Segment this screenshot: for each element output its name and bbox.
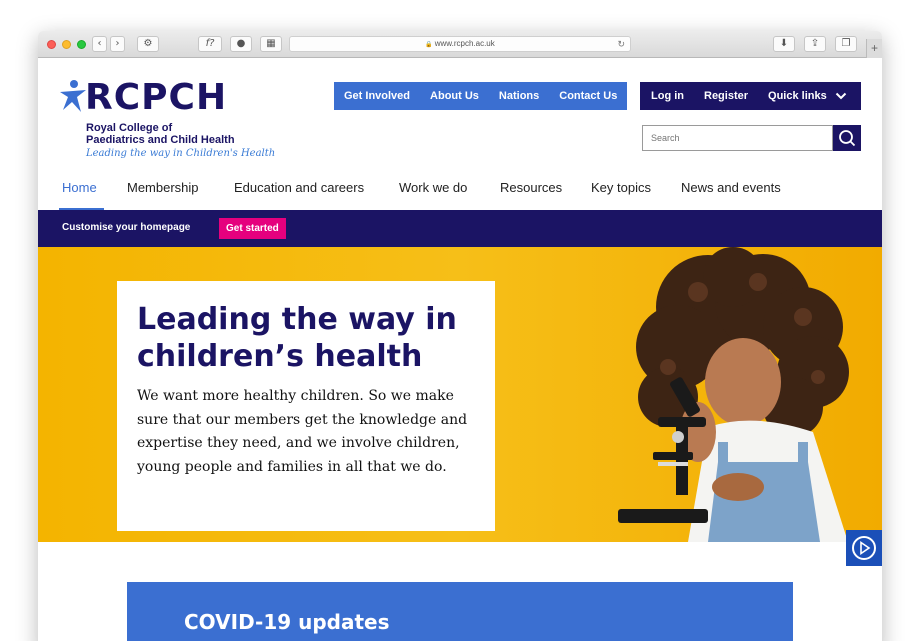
hero-body: We want more healthy children. So we mak… bbox=[137, 388, 468, 475]
nav-nations[interactable]: Nations bbox=[489, 90, 549, 102]
tab-education-and-careers[interactable]: Education and careers bbox=[234, 176, 364, 210]
back-button[interactable]: ‹ bbox=[92, 36, 107, 52]
top-navigation: Get Involved About Us Nations Contact Us bbox=[334, 82, 628, 110]
hero-card: Leading the way in children’s health We … bbox=[117, 281, 495, 531]
nav-get-involved[interactable]: Get Involved bbox=[334, 90, 420, 102]
tab-work-we-do[interactable]: Work we do bbox=[399, 176, 467, 210]
get-started-button[interactable]: Get started bbox=[219, 218, 286, 239]
url-text: www.rcpch.ac.uk bbox=[434, 39, 495, 48]
browser-window: ‹ › ⚙ f? ● ▦ 🔒 www.rcpch.ac.uk ↻ ⬇ ⇪ ❐ + … bbox=[38, 31, 882, 641]
customise-label: Customise your homepage bbox=[62, 222, 191, 233]
search-icon bbox=[839, 130, 856, 147]
tabs-icon[interactable]: ❐ bbox=[835, 36, 857, 52]
extension-icon[interactable]: ● bbox=[230, 36, 252, 52]
browser-toolbar: ‹ › ⚙ f? ● ▦ 🔒 www.rcpch.ac.uk ↻ ⬇ ⇪ ❐ + bbox=[38, 31, 882, 58]
qr-extension-icon[interactable]: ▦ bbox=[260, 36, 282, 52]
user-navigation: Log in Register Quick links bbox=[640, 82, 861, 110]
play-circle-icon bbox=[852, 536, 876, 560]
covid-title: COVID-19 updates bbox=[184, 610, 390, 634]
lock-icon: 🔒 bbox=[425, 42, 433, 48]
minimize-window-button[interactable] bbox=[62, 40, 71, 49]
tab-news-and-events[interactable]: News and events bbox=[681, 176, 781, 210]
customise-bar: Customise your homepage Get started bbox=[38, 210, 882, 247]
download-icon[interactable]: ⬇ bbox=[773, 36, 795, 52]
address-bar[interactable]: 🔒 www.rcpch.ac.uk ↻ bbox=[289, 36, 631, 52]
new-tab-button[interactable]: + bbox=[866, 39, 882, 58]
logo-tagline: Leading the way in Children's Health bbox=[86, 148, 276, 159]
star-figure-icon bbox=[60, 80, 86, 112]
quick-links-menu[interactable]: Quick links bbox=[748, 90, 847, 102]
zoom-window-button[interactable] bbox=[77, 40, 86, 49]
tab-resources[interactable]: Resources bbox=[500, 176, 562, 210]
logo-wordmark: RCPCH bbox=[85, 77, 228, 118]
logo-line-2: Paediatrics and Child Health bbox=[86, 134, 235, 146]
tab-key-topics[interactable]: Key topics bbox=[591, 176, 651, 210]
register-link[interactable]: Register bbox=[684, 90, 748, 102]
play-button[interactable] bbox=[846, 530, 882, 566]
hero-title: Leading the way in children’s health bbox=[137, 302, 457, 374]
close-window-button[interactable] bbox=[47, 40, 56, 49]
web-page: RCPCH Royal College of Paediatrics and C… bbox=[38, 58, 882, 641]
nav-contact-us[interactable]: Contact Us bbox=[549, 90, 627, 102]
hero-banner: Leading the way in children’s health We … bbox=[38, 247, 882, 542]
login-link[interactable]: Log in bbox=[640, 90, 684, 102]
search-input[interactable] bbox=[642, 125, 833, 151]
tab-home[interactable]: Home bbox=[62, 176, 97, 210]
formula-extension-icon[interactable]: f? bbox=[198, 36, 222, 52]
nav-about-us[interactable]: About Us bbox=[420, 90, 489, 102]
covid-panel[interactable]: COVID-19 updates bbox=[127, 582, 793, 641]
quick-links-label: Quick links bbox=[768, 90, 827, 102]
main-navigation: Home Membership Education and careers Wo… bbox=[38, 176, 882, 211]
search-button[interactable] bbox=[833, 125, 861, 151]
forward-button[interactable]: › bbox=[110, 36, 125, 52]
reload-icon[interactable]: ↻ bbox=[617, 37, 625, 51]
chevron-down-icon bbox=[835, 92, 846, 100]
tab-membership[interactable]: Membership bbox=[127, 176, 199, 210]
gear-icon[interactable]: ⚙ bbox=[137, 36, 159, 52]
logo-line-1: Royal College of bbox=[86, 122, 173, 134]
hero-image-child-microscope bbox=[618, 247, 849, 542]
share-icon[interactable]: ⇪ bbox=[804, 36, 826, 52]
